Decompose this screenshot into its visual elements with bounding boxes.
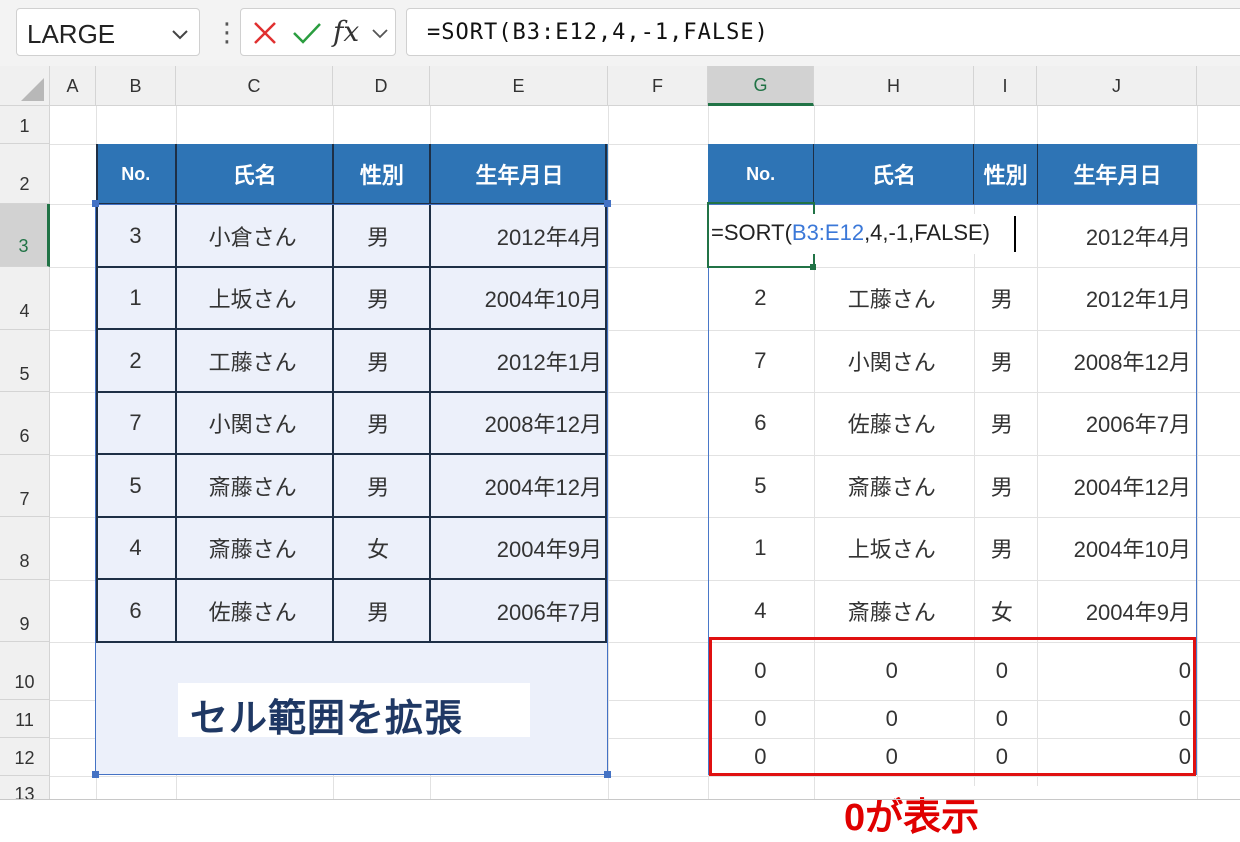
- cell[interactable]: 小関さん: [813, 329, 971, 392]
- gridline: [608, 106, 609, 800]
- formula-suffix: ,4,-1,FALSE): [864, 220, 991, 245]
- cell[interactable]: 斎藤さん: [813, 454, 971, 517]
- cell[interactable]: 男: [971, 329, 1033, 392]
- highlight-zero-rows: [709, 637, 1196, 776]
- cell[interactable]: 男: [971, 392, 1033, 454]
- in-cell-formula[interactable]: =SORT(B3:E12,4,-1,FALSE): [711, 214, 1031, 254]
- column-header-i[interactable]: I: [974, 66, 1037, 106]
- cell[interactable]: 1: [708, 517, 813, 579]
- table-row[interactable]: 1 上坂さん 男 2004年10月: [708, 517, 1197, 579]
- header-gender: 性別: [333, 144, 432, 204]
- table-row[interactable]: 2 工藤さん 男 2012年1月: [708, 267, 1197, 329]
- column-header-b[interactable]: B: [96, 66, 176, 106]
- row-header-5[interactable]: 5: [0, 330, 50, 392]
- column-header-d[interactable]: D: [333, 66, 430, 106]
- gridline: [50, 776, 1240, 777]
- row-header-13[interactable]: 13: [0, 776, 50, 800]
- cell[interactable]: 上坂さん: [813, 517, 971, 579]
- header-gender: 性別: [974, 144, 1038, 204]
- header-birth: 生年月日: [431, 144, 608, 204]
- cell[interactable]: 2004年9月: [1033, 579, 1197, 642]
- cell[interactable]: 斎藤さん: [813, 579, 971, 642]
- column-header-j[interactable]: J: [1037, 66, 1197, 106]
- header-name: 氏名: [814, 144, 975, 204]
- table-row[interactable]: 6 佐藤さん 男 2006年7月: [708, 392, 1197, 454]
- cell-j3[interactable]: 2012年4月: [1037, 204, 1197, 267]
- row-header-9[interactable]: 9: [0, 580, 50, 642]
- cell[interactable]: 男: [971, 267, 1033, 329]
- row-header-8[interactable]: 8: [0, 517, 50, 580]
- cell[interactable]: 女: [971, 579, 1033, 642]
- row-header-10[interactable]: 10: [0, 642, 50, 700]
- chevron-down-icon[interactable]: [371, 27, 389, 41]
- cell[interactable]: 男: [971, 517, 1033, 579]
- cancel-icon[interactable]: [251, 19, 279, 47]
- text-cursor: [1014, 216, 1016, 252]
- column-header-a[interactable]: A: [50, 66, 96, 106]
- source-table-header: No. 氏名 性別 生年月日: [96, 144, 608, 204]
- column-header-c[interactable]: C: [176, 66, 333, 106]
- formula-buttons: fx: [240, 8, 396, 56]
- annotation-zero-displayed: 0が表示: [830, 786, 1070, 839]
- header-birth: 生年月日: [1037, 144, 1197, 204]
- row-header-3[interactable]: 3: [0, 204, 50, 267]
- column-header-k[interactable]: [1197, 66, 1240, 106]
- resize-handle[interactable]: [92, 771, 99, 778]
- header-no: No.: [708, 144, 815, 204]
- row-header-2[interactable]: 2: [0, 144, 50, 204]
- chevron-down-icon[interactable]: [169, 23, 191, 45]
- formula-input[interactable]: =SORT(B3:E12,4,-1,FALSE): [406, 8, 1240, 56]
- table-row[interactable]: 5 斎藤さん 男 2004年12月: [708, 454, 1197, 517]
- cell[interactable]: 2: [708, 267, 813, 329]
- cell[interactable]: 2008年12月: [1033, 329, 1197, 392]
- cell[interactable]: 6: [708, 392, 813, 454]
- name-box[interactable]: LARGE: [16, 8, 200, 56]
- cell[interactable]: 工藤さん: [813, 267, 971, 329]
- insert-function-icon[interactable]: fx: [333, 15, 359, 48]
- formula-prefix: =SORT(: [711, 220, 792, 245]
- row-header-6[interactable]: 6: [0, 392, 50, 455]
- row-header-12[interactable]: 12: [0, 738, 50, 776]
- column-header-g[interactable]: G: [708, 66, 814, 106]
- row-header-1[interactable]: 1: [0, 106, 50, 144]
- column-header-h[interactable]: H: [814, 66, 974, 106]
- annotation-expand-range: セル範囲を拡張: [178, 683, 530, 740]
- gridline: [1197, 106, 1198, 800]
- column-header-f[interactable]: F: [608, 66, 708, 106]
- resize-handle[interactable]: [92, 200, 99, 207]
- select-all-icon: [21, 78, 44, 101]
- cell[interactable]: 2006年7月: [1033, 392, 1197, 454]
- check-icon[interactable]: [291, 19, 323, 47]
- more-options-icon[interactable]: ⋮: [214, 14, 240, 50]
- cell[interactable]: 2012年1月: [1033, 267, 1197, 329]
- formula-reference: B3:E12: [791, 220, 865, 245]
- row-header-11[interactable]: 11: [0, 700, 50, 738]
- column-header-e[interactable]: E: [430, 66, 608, 106]
- sheet-bottom-edge: [0, 799, 1240, 800]
- cell[interactable]: 7: [708, 329, 813, 392]
- header-name: 氏名: [176, 144, 334, 204]
- cell[interactable]: 4: [708, 579, 813, 642]
- row-header-4[interactable]: 4: [0, 267, 50, 330]
- table-row[interactable]: 4 斎藤さん 女 2004年9月: [708, 579, 1197, 642]
- result-table-header: No. 氏名 性別 生年月日: [708, 144, 1197, 204]
- table-row[interactable]: 7 小関さん 男 2008年12月: [708, 329, 1197, 392]
- name-box-value: LARGE: [27, 19, 116, 49]
- resize-handle[interactable]: [604, 771, 611, 778]
- header-no: No.: [96, 144, 177, 204]
- cell[interactable]: 5: [708, 454, 813, 517]
- cell[interactable]: 男: [971, 454, 1033, 517]
- cell[interactable]: 佐藤さん: [813, 392, 971, 454]
- select-all-corner[interactable]: [0, 66, 50, 106]
- cell[interactable]: 2004年12月: [1033, 454, 1197, 517]
- formula-bar: LARGE ⋮ fx =SORT(B3:E12,4,-1,FALSE): [0, 0, 1240, 66]
- cell[interactable]: 2004年10月: [1033, 517, 1197, 579]
- row-header-7[interactable]: 7: [0, 455, 50, 517]
- formula-text: =SORT(B3:E12,4,-1,FALSE): [427, 20, 769, 45]
- resize-handle[interactable]: [604, 200, 611, 207]
